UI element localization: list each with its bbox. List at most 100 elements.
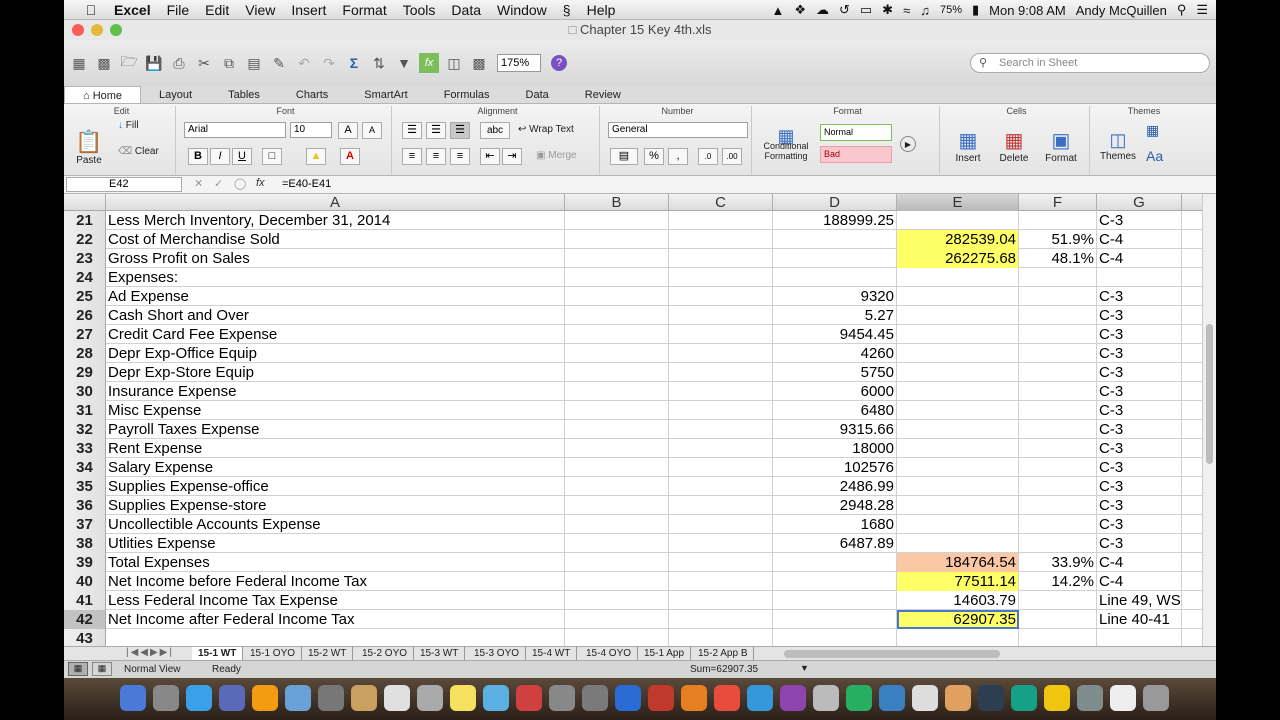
cell-a[interactable] bbox=[106, 629, 565, 646]
minimize-window-icon[interactable] bbox=[91, 24, 103, 36]
row-header[interactable]: 35 bbox=[64, 477, 106, 496]
cell-c[interactable] bbox=[669, 610, 773, 629]
cell-b[interactable] bbox=[565, 382, 669, 401]
comma-style-button[interactable]: , bbox=[668, 148, 688, 165]
cell-e[interactable] bbox=[897, 382, 1019, 401]
filter-icon[interactable]: ▼ bbox=[394, 53, 414, 73]
cell-a[interactable]: Less Merch Inventory, December 31, 2014 bbox=[106, 211, 565, 230]
facetime-icon[interactable] bbox=[318, 685, 344, 711]
dropbox-icon[interactable]: ❖ bbox=[794, 2, 806, 18]
cell-f[interactable] bbox=[1019, 401, 1097, 420]
loader-icon[interactable] bbox=[1044, 685, 1070, 711]
sheet-tab[interactable]: 15-4 WT bbox=[526, 647, 578, 661]
cell-c[interactable] bbox=[669, 629, 773, 646]
fill-button[interactable]: ↓ Fill bbox=[118, 120, 139, 131]
cell-c[interactable] bbox=[669, 401, 773, 420]
iphoto-icon[interactable] bbox=[549, 685, 575, 711]
italic-button[interactable]: I bbox=[210, 148, 230, 165]
cell-g[interactable]: C-3 bbox=[1097, 534, 1182, 553]
cell-a[interactable]: Misc Expense bbox=[106, 401, 565, 420]
cell-b[interactable] bbox=[565, 306, 669, 325]
gallery-icon[interactable]: ◫ bbox=[444, 53, 464, 73]
cell-e[interactable] bbox=[897, 306, 1019, 325]
increase-indent-button[interactable]: ⇥ bbox=[502, 148, 522, 165]
row-header[interactable]: 23 bbox=[64, 249, 106, 268]
percent-style-button[interactable]: % bbox=[644, 148, 664, 165]
status-dropdown-icon[interactable]: ▼ bbox=[800, 663, 809, 673]
cell-e[interactable] bbox=[897, 420, 1019, 439]
cell-b[interactable] bbox=[565, 287, 669, 306]
formula-input[interactable]: =E40-E41 bbox=[282, 178, 331, 190]
cell-f[interactable]: 48.1% bbox=[1019, 249, 1097, 268]
row-header[interactable]: 21 bbox=[64, 211, 106, 230]
cell-g[interactable]: C-4 bbox=[1097, 553, 1182, 572]
cell-b[interactable] bbox=[565, 458, 669, 477]
spreadsheet-grid[interactable]: A B C D E F G 21 Less Merch Inventory, De… bbox=[64, 194, 1216, 646]
cell-f[interactable] bbox=[1019, 211, 1097, 230]
style-bad[interactable]: Bad bbox=[820, 146, 892, 163]
time-machine-icon[interactable]: ↺ bbox=[839, 2, 850, 18]
finder-icon[interactable] bbox=[120, 685, 146, 711]
row-header[interactable]: 30 bbox=[64, 382, 106, 401]
wrap-text-button[interactable]: ↩ Wrap Text bbox=[518, 124, 574, 135]
cell-e[interactable] bbox=[897, 287, 1019, 306]
cell-d[interactable] bbox=[773, 591, 897, 610]
cell-e[interactable] bbox=[897, 515, 1019, 534]
photobooth-icon[interactable] bbox=[516, 685, 542, 711]
cell-g[interactable]: C-4 bbox=[1097, 230, 1182, 249]
cell-g[interactable]: C-4 bbox=[1097, 572, 1182, 591]
excel-icon[interactable] bbox=[714, 685, 740, 711]
align-center-button[interactable]: ≡ bbox=[426, 148, 446, 165]
cell-a[interactable]: Credit Card Fee Expense bbox=[106, 325, 565, 344]
row-header[interactable]: 42 bbox=[64, 610, 106, 629]
undo-icon[interactable]: ↶ bbox=[294, 53, 314, 73]
clock[interactable]: Mon 9:08 AM bbox=[989, 3, 1066, 18]
cell-a[interactable]: Net Income after Federal Income Tax bbox=[106, 610, 565, 629]
toolbox-icon[interactable]: ▩ bbox=[469, 53, 489, 73]
cell-g[interactable]: C-3 bbox=[1097, 382, 1182, 401]
decrease-indent-button[interactable]: ⇤ bbox=[480, 148, 500, 165]
clock-formula-icon[interactable]: ◯ bbox=[234, 177, 246, 190]
cell-b[interactable] bbox=[565, 230, 669, 249]
font-name-select[interactable]: Arial bbox=[184, 122, 286, 138]
cell-d[interactable]: 6480 bbox=[773, 401, 897, 420]
cell-g[interactable]: Line 40-41 bbox=[1097, 610, 1182, 629]
cell-d[interactable] bbox=[773, 249, 897, 268]
cell-a[interactable]: Rent Expense bbox=[106, 439, 565, 458]
quicktime-icon[interactable] bbox=[747, 685, 773, 711]
increase-decimal-button[interactable]: .0 bbox=[698, 148, 718, 165]
sheet-tab[interactable]: 15-2 App B bbox=[692, 647, 755, 661]
save-icon[interactable]: 💾 bbox=[144, 53, 164, 73]
cell-d[interactable] bbox=[773, 268, 897, 287]
clear-button[interactable]: ⌫ Clear bbox=[118, 146, 159, 157]
cell-e[interactable] bbox=[897, 496, 1019, 515]
cell-a[interactable]: Uncollectible Accounts Expense bbox=[106, 515, 565, 534]
zoom-window-icon[interactable] bbox=[110, 24, 122, 36]
cell-c[interactable] bbox=[669, 515, 773, 534]
sheet-tab[interactable]: 15-2 WT bbox=[302, 647, 354, 661]
tab-tables[interactable]: Tables bbox=[210, 86, 278, 103]
cell-f[interactable] bbox=[1019, 306, 1097, 325]
cell-f[interactable] bbox=[1019, 325, 1097, 344]
row-header[interactable]: 38 bbox=[64, 534, 106, 553]
align-top-button[interactable]: ☰ bbox=[402, 122, 422, 139]
paste-icon[interactable]: ▤ bbox=[244, 53, 264, 73]
cell-e[interactable] bbox=[897, 458, 1019, 477]
font-color-button[interactable]: A bbox=[340, 148, 360, 165]
launchpad-icon[interactable] bbox=[153, 685, 179, 711]
cell-c[interactable] bbox=[669, 287, 773, 306]
cell-g[interactable]: C-3 bbox=[1097, 401, 1182, 420]
cell-d[interactable] bbox=[773, 572, 897, 591]
font-size-select[interactable]: 10 bbox=[290, 122, 332, 138]
cell-a[interactable]: Cash Short and Over bbox=[106, 306, 565, 325]
cell-a[interactable]: Less Federal Income Tax Expense bbox=[106, 591, 565, 610]
underline-button[interactable]: U bbox=[232, 148, 252, 165]
documents-icon[interactable] bbox=[1110, 685, 1136, 711]
cell-a[interactable]: Depr Exp-Office Equip bbox=[106, 344, 565, 363]
row-header[interactable]: 43 bbox=[64, 629, 106, 646]
cell-b[interactable] bbox=[565, 553, 669, 572]
cell-c[interactable] bbox=[669, 534, 773, 553]
cell-f[interactable] bbox=[1019, 515, 1097, 534]
cancel-formula-icon[interactable]: ✕ bbox=[194, 177, 203, 190]
row-header[interactable]: 41 bbox=[64, 591, 106, 610]
